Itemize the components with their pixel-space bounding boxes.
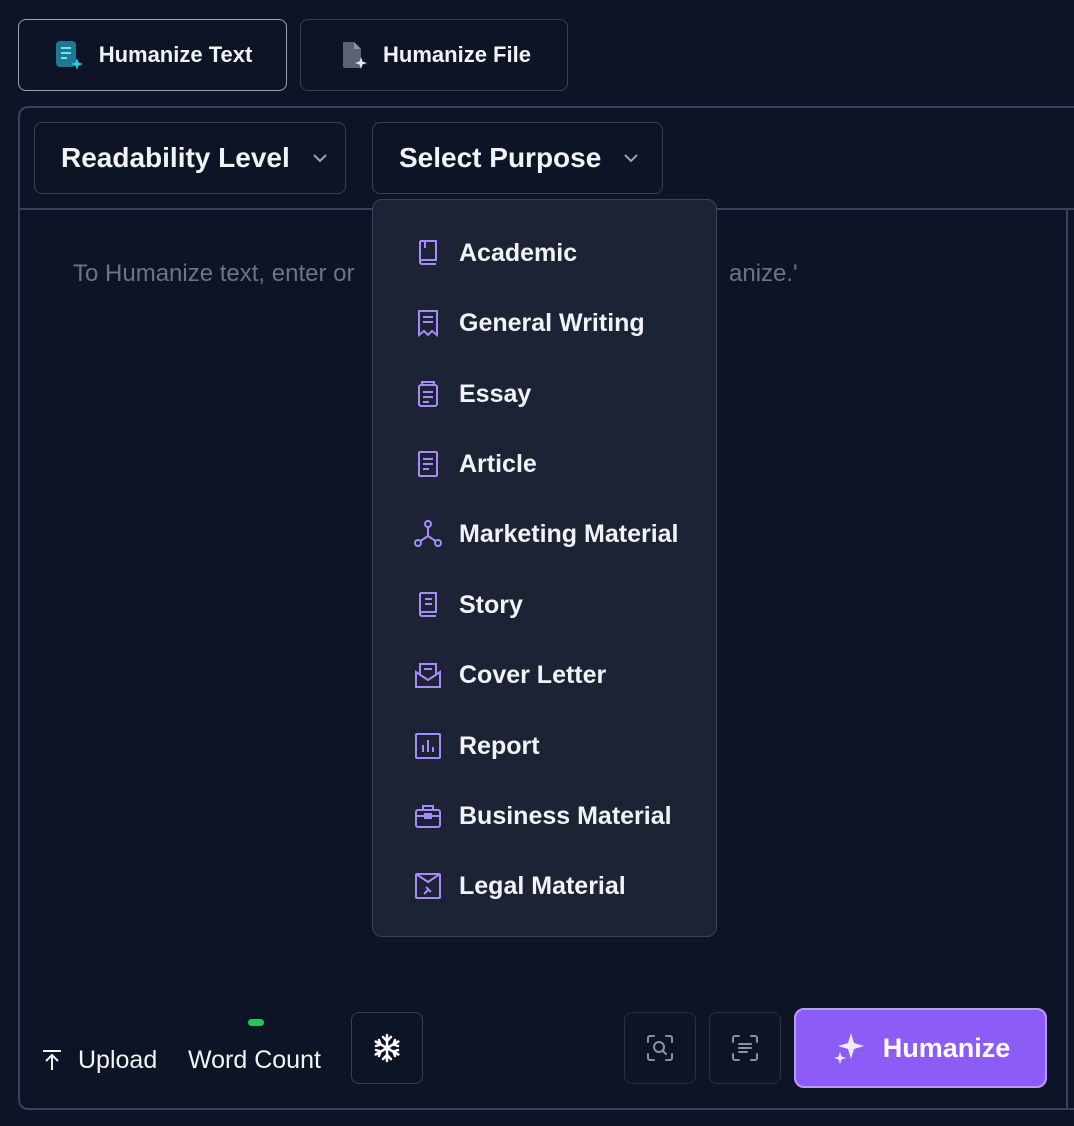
purpose-option-academic[interactable]: Academic xyxy=(413,228,713,278)
purpose-option-label: Cover Letter xyxy=(459,660,607,689)
purpose-option-label: Academic xyxy=(459,238,578,267)
purpose-option-legal-material[interactable]: Legal Material xyxy=(413,861,713,911)
purpose-option-marketing-material[interactable]: Marketing Material xyxy=(413,509,713,559)
word-count-status-indicator xyxy=(248,1019,264,1026)
chevron-down-icon xyxy=(624,154,639,163)
humanize-button[interactable]: Humanize xyxy=(794,1008,1047,1088)
purpose-option-label: General Writing xyxy=(459,308,645,337)
upload-icon xyxy=(43,1050,61,1070)
text-scan-icon xyxy=(732,1035,758,1061)
word-count-label: Word Count xyxy=(188,1045,321,1074)
purpose-option-label: Business Material xyxy=(459,801,672,830)
placeholder-right: anize.' xyxy=(729,260,798,287)
purpose-option-label: Story xyxy=(459,590,523,619)
purpose-option-label: Article xyxy=(459,449,537,478)
purpose-option-business-material[interactable]: Business Material xyxy=(413,791,713,841)
readability-level-select[interactable]: Readability Level xyxy=(34,122,346,194)
scan-search-icon xyxy=(647,1035,673,1061)
purpose-option-label: Legal Material xyxy=(459,871,626,900)
text-sparkle-icon xyxy=(55,41,83,70)
document-icon xyxy=(418,451,438,477)
gavel-icon xyxy=(415,873,441,899)
humanize-file-tab[interactable]: Humanize File xyxy=(300,19,568,91)
file-sparkle-icon xyxy=(343,42,368,69)
readability-level-label: Readability Level xyxy=(61,142,290,173)
purpose-option-report[interactable]: Report xyxy=(413,721,713,771)
purpose-option-label: Marketing Material xyxy=(459,519,679,548)
purpose-option-article[interactable]: Article xyxy=(413,439,713,489)
purpose-option-label: Report xyxy=(459,731,540,760)
book-icon xyxy=(419,240,437,265)
receipt-icon xyxy=(418,310,438,338)
humanize-text-label: Humanize Text xyxy=(98,42,253,67)
select-purpose-select[interactable]: Select Purpose xyxy=(372,122,663,194)
format-button[interactable] xyxy=(709,1012,781,1084)
purpose-option-cover-letter[interactable]: Cover Letter xyxy=(413,650,713,700)
essay-icon xyxy=(418,381,438,407)
humanize-label: Humanize xyxy=(882,1032,1011,1063)
snowflake-icon xyxy=(374,1033,400,1063)
mail-open-icon xyxy=(415,663,441,688)
chevron-down-icon xyxy=(313,154,327,163)
humanize-file-label: Humanize File xyxy=(383,42,531,67)
upload-button[interactable]: Upload xyxy=(40,1040,157,1080)
purpose-dropdown-menu: Academic General Writing Essay Article M… xyxy=(372,199,717,937)
storybook-icon xyxy=(419,592,437,617)
word-count-button[interactable]: Word Count xyxy=(188,1040,321,1080)
bar-chart-icon xyxy=(415,733,441,759)
sparkles-icon xyxy=(833,1033,864,1064)
scan-button[interactable] xyxy=(624,1012,696,1084)
freeze-button[interactable] xyxy=(351,1012,423,1084)
upload-label: Upload xyxy=(78,1045,158,1074)
purpose-option-general-writing[interactable]: General Writing xyxy=(413,298,713,348)
humanize-text-tab[interactable]: Humanize Text xyxy=(18,19,287,91)
panel-border-right xyxy=(1066,210,1068,1110)
purpose-option-essay[interactable]: Essay xyxy=(413,369,713,419)
purpose-option-story[interactable]: Story xyxy=(413,580,713,630)
select-purpose-label: Select Purpose xyxy=(399,142,602,173)
purpose-option-label: Essay xyxy=(459,379,532,408)
briefcase-icon xyxy=(415,805,441,828)
network-icon xyxy=(414,520,442,547)
placeholder-left: To Humanize text, enter or xyxy=(73,260,355,287)
